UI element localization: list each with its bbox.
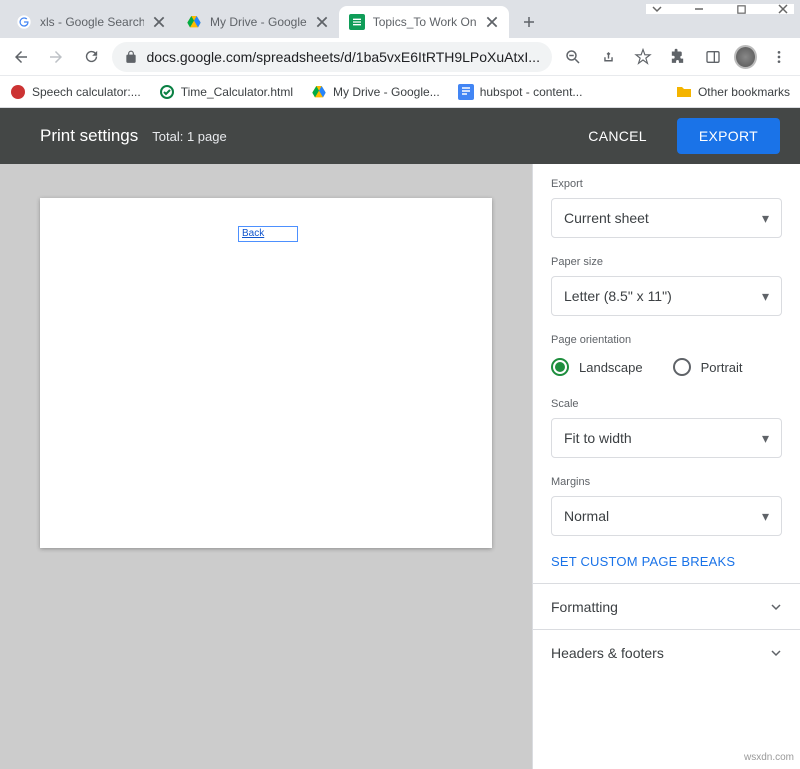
bookmark-item[interactable]: hubspot - content... xyxy=(458,84,583,100)
new-tab-button[interactable] xyxy=(515,8,543,36)
paper-size-label: Paper size xyxy=(551,256,782,268)
browser-tab-active[interactable]: Topics_To Work On xyxy=(339,6,509,38)
cell-content: Back xyxy=(238,226,298,242)
browser-tab[interactable]: xls - Google Search xyxy=(6,6,176,38)
menu-icon[interactable] xyxy=(765,43,792,71)
chevron-down-icon xyxy=(770,647,782,659)
docs-icon xyxy=(458,84,474,100)
chrome-down-icon[interactable] xyxy=(650,2,664,16)
caret-down-icon: ▾ xyxy=(762,210,769,227)
profile-avatar[interactable] xyxy=(734,45,757,69)
chevron-down-icon xyxy=(770,601,782,613)
back-button[interactable] xyxy=(8,43,35,71)
address-bar[interactable]: docs.google.com/spreadsheets/d/1ba5vxE6I… xyxy=(112,42,552,72)
watermark: wsxdn.com xyxy=(744,752,794,763)
margins-dropdown[interactable]: Normal ▾ xyxy=(551,496,782,536)
folder-icon xyxy=(676,84,692,100)
tab-title: Topics_To Work On xyxy=(373,15,477,29)
forward-button[interactable] xyxy=(43,43,70,71)
radio-selected-icon xyxy=(551,358,569,376)
caret-down-icon: ▾ xyxy=(762,508,769,525)
google-favicon-icon xyxy=(16,14,32,30)
drive-favicon-icon xyxy=(186,14,202,30)
export-dropdown[interactable]: Current sheet ▾ xyxy=(551,198,782,238)
lock-icon xyxy=(124,50,138,64)
workspace: Back Export Current sheet ▾ Paper size L… xyxy=(0,164,800,769)
close-tab-icon[interactable] xyxy=(152,15,166,29)
address-row: docs.google.com/spreadsheets/d/1ba5vxE6I… xyxy=(0,38,800,76)
reload-button[interactable] xyxy=(78,43,105,71)
settings-panel: Export Current sheet ▾ Paper size Letter… xyxy=(532,164,800,769)
orientation-portrait-radio[interactable]: Portrait xyxy=(673,358,743,376)
caret-down-icon: ▾ xyxy=(762,288,769,305)
zoom-icon[interactable] xyxy=(560,43,587,71)
paper-size-dropdown[interactable]: Letter (8.5" x 11") ▾ xyxy=(551,276,782,316)
headers-footers-accordion[interactable]: Headers & footers xyxy=(533,629,800,675)
total-pages: Total: 1 page xyxy=(152,129,226,144)
caret-down-icon: ▾ xyxy=(762,430,769,447)
cancel-button[interactable]: CANCEL xyxy=(566,118,669,154)
browser-tab[interactable]: My Drive - Google xyxy=(176,6,339,38)
window-controls xyxy=(646,4,794,14)
bookmark-item[interactable]: My Drive - Google... xyxy=(311,84,440,100)
scale-dropdown[interactable]: Fit to width ▾ xyxy=(551,418,782,458)
tab-title: xls - Google Search xyxy=(40,15,144,29)
bookmark-item[interactable]: Time_Calculator.html xyxy=(159,84,293,100)
close-tab-icon[interactable] xyxy=(485,15,499,29)
bookmarks-bar: Speech calculator:... Time_Calculator.ht… xyxy=(0,76,800,108)
minimize-icon[interactable] xyxy=(692,2,706,16)
preview-page: Back xyxy=(40,198,492,548)
sheets-favicon-icon xyxy=(349,14,365,30)
bookmark-icon xyxy=(159,84,175,100)
share-icon[interactable] xyxy=(595,43,622,71)
url-text: docs.google.com/spreadsheets/d/1ba5vxE6I… xyxy=(146,49,540,65)
other-bookmarks[interactable]: Other bookmarks xyxy=(676,84,790,100)
sidepanel-icon[interactable] xyxy=(699,43,726,71)
drive-icon xyxy=(311,84,327,100)
close-window-icon[interactable] xyxy=(776,2,790,16)
scale-label: Scale xyxy=(551,398,782,410)
custom-page-breaks-link[interactable]: SET CUSTOM PAGE BREAKS xyxy=(533,540,800,583)
extensions-icon[interactable] xyxy=(664,43,691,71)
app-area: Print settings Total: 1 page CANCEL EXPO… xyxy=(0,108,800,769)
print-preview: Back xyxy=(0,164,532,769)
print-header: Print settings Total: 1 page CANCEL EXPO… xyxy=(0,108,800,164)
tab-title: My Drive - Google xyxy=(210,15,307,29)
orientation-label: Page orientation xyxy=(551,334,782,346)
bookmark-icon xyxy=(10,84,26,100)
margins-label: Margins xyxy=(551,476,782,488)
orientation-landscape-radio[interactable]: Landscape xyxy=(551,358,643,376)
export-label: Export xyxy=(551,178,782,190)
bookmark-item[interactable]: Speech calculator:... xyxy=(10,84,141,100)
close-tab-icon[interactable] xyxy=(315,15,329,29)
export-button[interactable]: EXPORT xyxy=(677,118,780,154)
formatting-accordion[interactable]: Formatting xyxy=(533,583,800,629)
star-icon[interactable] xyxy=(630,43,657,71)
page-title: Print settings xyxy=(40,126,138,146)
maximize-icon[interactable] xyxy=(734,2,748,16)
radio-unselected-icon xyxy=(673,358,691,376)
